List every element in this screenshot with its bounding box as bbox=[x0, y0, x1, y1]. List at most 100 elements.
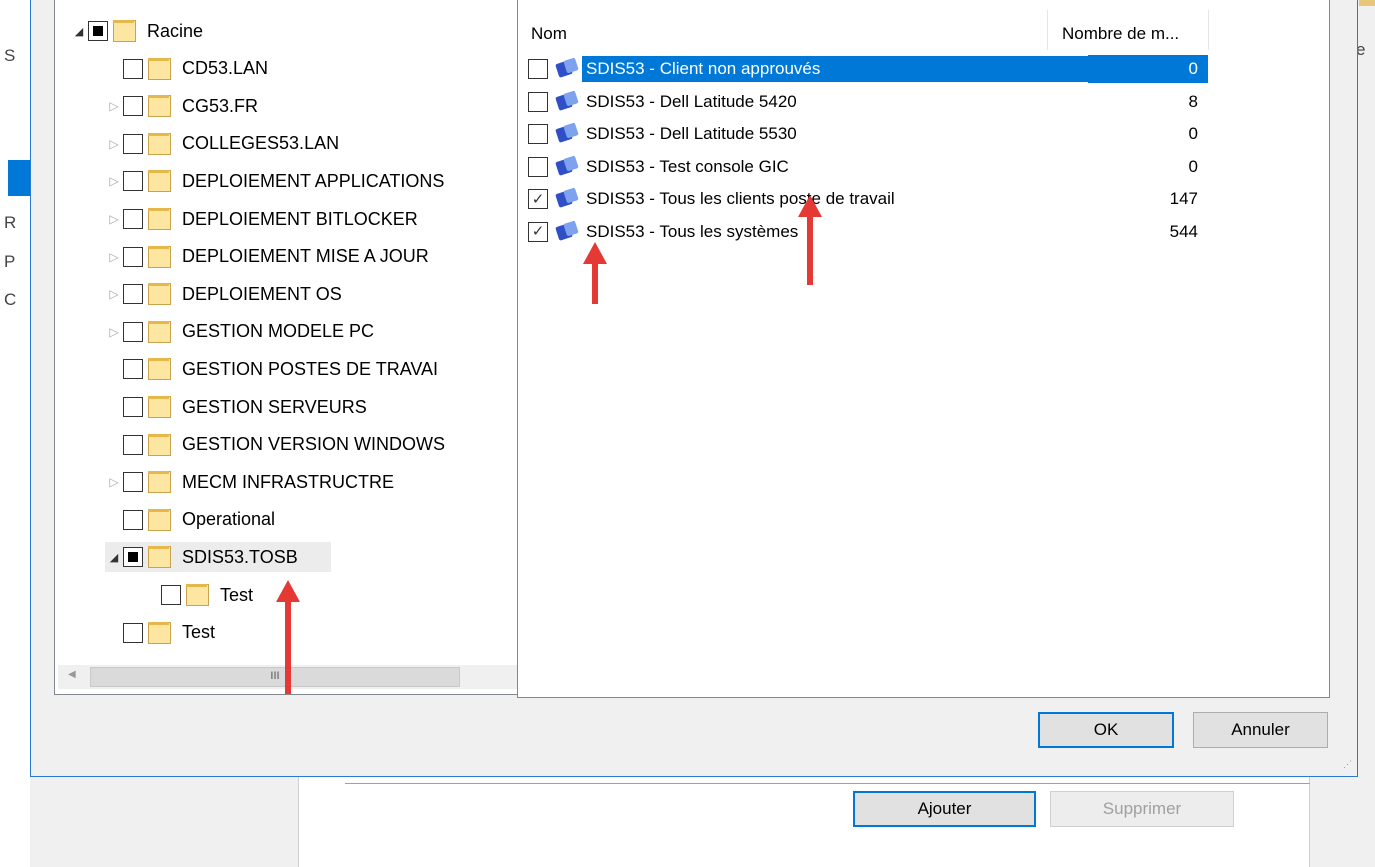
annotation-arrow-icon bbox=[798, 195, 822, 285]
tree-item[interactable]: ▷ COLLEGES53.LAN bbox=[105, 129, 339, 159]
tree-item-checkbox[interactable] bbox=[123, 96, 143, 117]
folder-icon bbox=[147, 508, 171, 531]
expand-arrow-icon[interactable]: ◢ bbox=[70, 25, 88, 38]
collapse-arrow-icon[interactable]: ▷ bbox=[105, 174, 123, 188]
tree-item-label: SDIS53.TOSB bbox=[182, 546, 298, 567]
tree-item-label: CD53.LAN bbox=[182, 58, 269, 79]
tree-item-checkbox[interactable] bbox=[123, 509, 143, 530]
folder-icon bbox=[147, 621, 171, 644]
tree-item[interactable]: ▷ DEPLOIEMENT APPLICATIONS bbox=[105, 166, 444, 196]
collection-name: SDIS53 - Tous les systèmes bbox=[586, 221, 799, 241]
member-count: 544 bbox=[1169, 221, 1198, 241]
tree-item-checkbox[interactable] bbox=[123, 321, 143, 342]
tree-item-checkbox[interactable] bbox=[88, 21, 108, 41]
collection-checkbox[interactable] bbox=[528, 91, 548, 112]
tree-item[interactable]: ◢ SDIS53.TOSB bbox=[105, 542, 331, 573]
device-collection-icon bbox=[554, 91, 580, 113]
tree-item-checkbox[interactable] bbox=[123, 58, 143, 79]
scroll-thumb[interactable]: III bbox=[90, 667, 460, 687]
tree-item[interactable]: CD53.LAN bbox=[105, 54, 268, 84]
tree-item[interactable]: Test bbox=[143, 580, 253, 610]
tree-item-checkbox[interactable] bbox=[123, 359, 143, 380]
collection-row[interactable]: ✓ SDIS53 - Tous les systèmes 544 bbox=[528, 216, 1208, 248]
column-header-count[interactable]: Nombre de m... bbox=[1048, 14, 1208, 54]
tree-item-checkbox[interactable] bbox=[161, 585, 181, 605]
add-button-label: Ajouter bbox=[917, 799, 972, 818]
collection-row[interactable]: SDIS53 - Test console GIC 0 bbox=[528, 151, 1208, 183]
select-collection-dialog: ◢ Racine CD53.LAN ▷ CG53.FR ▷ COLLEGES53.LAN ▷ D… bbox=[30, 0, 1358, 777]
tree-item-label: GESTION SERVEURS bbox=[182, 396, 367, 417]
tree-item-checkbox[interactable] bbox=[123, 547, 143, 568]
background-letter: S bbox=[4, 46, 16, 65]
folder-icon bbox=[112, 20, 136, 42]
folder-icon bbox=[147, 95, 171, 118]
collection-row[interactable]: SDIS53 - Client non approuvés 0 bbox=[528, 53, 1208, 85]
scroll-left-icon[interactable]: ◀ bbox=[68, 669, 76, 680]
remove-button[interactable]: Supprimer bbox=[1050, 791, 1234, 827]
collapse-arrow-icon[interactable]: ▷ bbox=[105, 325, 123, 339]
collapse-arrow-icon[interactable]: ▷ bbox=[105, 99, 123, 113]
tree-item[interactable]: ▷ DEPLOIEMENT OS bbox=[105, 279, 342, 309]
tree-item-checkbox[interactable] bbox=[123, 434, 143, 455]
column-separator[interactable] bbox=[1208, 10, 1209, 50]
tree-item-checkbox[interactable] bbox=[123, 209, 143, 229]
member-count: 8 bbox=[1188, 91, 1198, 111]
cancel-button[interactable]: Annuler bbox=[1193, 712, 1328, 748]
column-header-name[interactable]: Nom bbox=[518, 14, 1048, 54]
collection-row[interactable]: ✓ SDIS53 - Tous les clients poste de trav… bbox=[528, 183, 1208, 215]
folder-icon bbox=[147, 245, 171, 268]
collection-list[interactable]: Nom Nombre de m... SDIS53 - Client non a… bbox=[517, 0, 1330, 698]
collection-row[interactable]: SDIS53 - Dell Latitude 5420 8 bbox=[528, 86, 1208, 118]
collapse-arrow-icon[interactable]: ▷ bbox=[105, 212, 123, 226]
tree-item[interactable]: Test bbox=[105, 618, 215, 648]
collection-checkbox[interactable]: ✓ bbox=[528, 221, 548, 242]
collection-name-cell: SDIS53 - Client non approuvés bbox=[528, 56, 1088, 82]
tree-item-checkbox[interactable] bbox=[123, 622, 143, 643]
device-collection-icon bbox=[554, 123, 580, 145]
collection-row[interactable]: SDIS53 - Dell Latitude 5530 0 bbox=[528, 118, 1208, 150]
tree-item-label: DEPLOIEMENT BITLOCKER bbox=[182, 208, 418, 229]
tree-item[interactable]: ◢ Racine bbox=[70, 16, 203, 46]
collection-checkbox[interactable] bbox=[528, 59, 548, 79]
collapse-arrow-icon[interactable]: ▷ bbox=[105, 475, 123, 489]
tree-item-checkbox[interactable] bbox=[123, 284, 143, 305]
tree-item-label: GESTION MODELE PC bbox=[182, 321, 375, 342]
device-collection-icon bbox=[554, 58, 580, 80]
background-letter: C bbox=[4, 290, 17, 309]
tree-item[interactable]: GESTION SERVEURS bbox=[105, 392, 367, 422]
background-divider bbox=[345, 783, 1310, 784]
tree-item[interactable]: ▷ DEPLOIEMENT MISE A JOUR bbox=[105, 242, 429, 272]
remove-button-label: Supprimer bbox=[1102, 799, 1182, 818]
background-selected-item bbox=[8, 160, 30, 196]
cancel-button-label: Annuler bbox=[1231, 720, 1290, 739]
tree-item-checkbox[interactable] bbox=[123, 133, 143, 154]
tree-item-checkbox[interactable] bbox=[123, 397, 143, 417]
collection-checkbox[interactable]: ✓ bbox=[528, 189, 548, 209]
background-icon bbox=[1359, 0, 1375, 6]
tree-item[interactable]: Operational bbox=[105, 505, 275, 535]
tree-item-label: DEPLOIEMENT APPLICATIONS bbox=[182, 170, 445, 191]
tree-item[interactable]: ▷ MECM INFRASTRUCTRE bbox=[105, 467, 394, 497]
tree-item[interactable]: ▷ CG53.FR bbox=[105, 91, 258, 121]
collection-checkbox[interactable] bbox=[528, 124, 548, 144]
folder-icon bbox=[147, 546, 171, 569]
add-button[interactable]: Ajouter bbox=[853, 791, 1036, 827]
tree-item[interactable]: GESTION VERSION WINDOWS bbox=[105, 430, 445, 460]
tree-item[interactable]: GESTION POSTES DE TRAVAI bbox=[105, 354, 438, 384]
background-left-strip: S R P C bbox=[0, 0, 30, 867]
tree-item-checkbox[interactable] bbox=[123, 246, 143, 267]
tree-item-checkbox[interactable] bbox=[123, 171, 143, 192]
collapse-arrow-icon[interactable]: ▷ bbox=[105, 250, 123, 264]
tree-item-checkbox[interactable] bbox=[123, 472, 143, 493]
collapse-arrow-icon[interactable]: ▷ bbox=[105, 137, 123, 151]
tree-item-label: CG53.FR bbox=[182, 95, 259, 116]
tree-item[interactable]: ▷ DEPLOIEMENT BITLOCKER bbox=[105, 204, 418, 234]
expand-arrow-icon[interactable]: ◢ bbox=[105, 551, 123, 564]
tree-item-label: GESTION POSTES DE TRAVAI bbox=[182, 358, 439, 379]
collapse-arrow-icon[interactable]: ▷ bbox=[105, 287, 123, 301]
folder-icon bbox=[147, 358, 171, 381]
tree-item[interactable]: ▷ GESTION MODELE PC bbox=[105, 317, 374, 347]
resize-grip-icon[interactable]: ⋰ bbox=[1343, 759, 1352, 770]
collection-checkbox[interactable] bbox=[528, 156, 548, 177]
ok-button[interactable]: OK bbox=[1038, 712, 1174, 748]
